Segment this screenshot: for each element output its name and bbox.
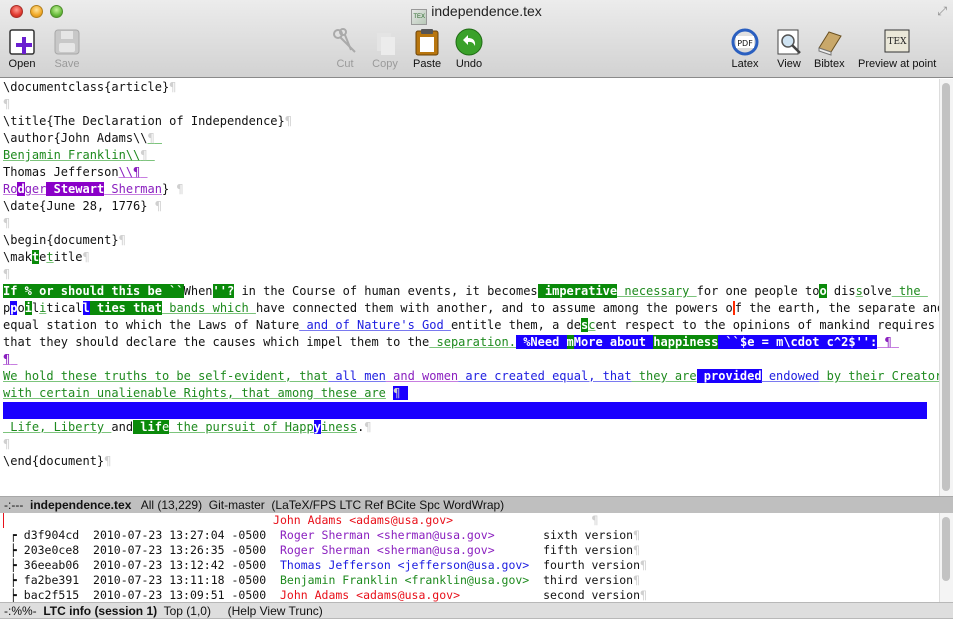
editor-line: ¶ — [3, 216, 11, 230]
log-scrollbar[interactable] — [939, 513, 953, 602]
open-button[interactable]: Open — [8, 28, 36, 70]
editor-line-paragraph: that they should declare the causes whic… — [3, 335, 892, 349]
editor-line: ¶ — [3, 97, 11, 111]
log-row[interactable]: ┝ bac2f515 2010-07-23 13:09:51 -0500 Joh… — [0, 588, 940, 602]
preview-label: Preview at point — [858, 58, 937, 70]
log-row[interactable]: ┝ 203e0ce8 2010-07-23 13:26:35 -0500 Rog… — [0, 543, 940, 558]
editor-line-life: Life, Liberty and life the pursuit of Ha… — [3, 420, 372, 434]
open-label: Open — [8, 58, 36, 70]
editor-line: \maktetitle¶ — [3, 250, 90, 264]
bibtex-button[interactable]: Bibtex — [814, 28, 845, 70]
pdf-icon-text: PDF — [737, 39, 753, 48]
window-title: TEX independence.tex — [0, 3, 953, 25]
save-button[interactable]: Save — [53, 28, 81, 70]
clipboard-icon — [415, 29, 439, 56]
latex-editor[interactable]: \documentclass{article}¶ ¶ \title{The De… — [0, 79, 940, 496]
fullscreen-icon[interactable]: ⤢ — [937, 4, 947, 19]
editor-scrollbar[interactable] — [939, 79, 953, 496]
magnifier-view-icon — [777, 29, 801, 55]
paste-label: Paste — [413, 58, 442, 70]
editor-line-paragraph: If % or should this be ``When''? in the … — [3, 284, 928, 298]
editor-line: \begin{document}¶ — [3, 233, 126, 247]
latex-button[interactable]: PDF Latex — [731, 28, 759, 70]
editor-scrollbar-thumb[interactable] — [942, 83, 950, 491]
log-cursor — [3, 513, 4, 528]
editor-line: \title{The Declaration of Independence}¶ — [3, 114, 292, 128]
ltc-info-buffer[interactable]: John Adams <adams@usa.gov> ¶ ┍ d3f904cd … — [0, 513, 940, 602]
editor-mode-line: -:--- independence.tex All (13,229) Git-… — [0, 496, 953, 513]
log-row[interactable]: ┝ 36eeab06 2010-07-23 13:12:42 -0500 Tho… — [0, 558, 940, 573]
info-mode-line: -:%%- LTC info (session 1) Top (1,0) (He… — [0, 602, 953, 619]
undo-label: Undo — [455, 58, 483, 70]
tex-icon-text: TEX — [888, 37, 908, 47]
editor-line-selection — [0, 402, 940, 419]
editor-line: \date{June 28, 1776} ¶ — [3, 199, 162, 213]
paste-button[interactable]: Paste — [413, 28, 441, 70]
book-icon — [818, 31, 843, 56]
editor-line-paragraph: ppoiliticall ties that bands which have … — [0, 300, 940, 317]
buffer-name: independence.tex — [30, 498, 132, 512]
pdf-latex-icon: PDF — [731, 28, 759, 56]
editor-line: \author{John Adams\\¶ — [3, 131, 155, 145]
bibtex-label: Bibtex — [814, 58, 845, 70]
cut-button[interactable]: Cut — [331, 28, 359, 70]
tex-file-icon: TEX — [411, 9, 428, 25]
editor-line: \documentclass{article}¶ — [3, 80, 177, 94]
log-header-row: John Adams <adams@usa.gov> ¶ — [273, 513, 599, 527]
preview-at-point-button[interactable]: TEX Preview at point — [858, 28, 936, 70]
copy-button[interactable]: Copy — [371, 28, 399, 70]
cut-label: Cut — [336, 58, 354, 70]
text-cursor: f the earth, the separate and — [732, 301, 940, 315]
editor-line: ¶ — [3, 267, 11, 281]
log-row[interactable]: ┝ fa2be391 2010-07-23 13:11:18 -0500 Ben… — [0, 573, 940, 588]
info-buffer-name: LTC info (session 1) — [43, 604, 158, 618]
save-label: Save — [54, 58, 80, 70]
editor-line-truths: We hold these truths to be self-evident,… — [3, 369, 940, 383]
copy-label: Copy — [372, 58, 398, 70]
window-title-text: independence.tex — [431, 3, 542, 19]
log-scrollbar-thumb[interactable] — [942, 517, 950, 581]
title-bar: TEX independence.tex ⤢ Open Save Cut Copy… — [0, 0, 953, 78]
editor-line: ¶ — [3, 352, 11, 366]
view-label: View — [777, 58, 801, 70]
editor-line: \end{document}¶ — [3, 454, 112, 468]
scissors-icon — [333, 28, 356, 53]
editor-line-jefferson: Thomas Jefferson\\¶ — [3, 165, 141, 179]
open-icon — [9, 29, 35, 55]
latex-label: Latex — [731, 58, 759, 70]
inserted-text-highlight — [3, 402, 927, 419]
editor-line-franklin: Benjamin Franklin\\¶ — [3, 148, 148, 162]
editor-line: ¶ — [3, 437, 11, 451]
undo-icon — [455, 28, 483, 56]
tex-preview-icon: TEX — [884, 29, 910, 53]
save-icon — [54, 29, 80, 55]
editor-line-sherman: Rodger Stewart Sherman} ¶ — [3, 182, 184, 196]
log-row[interactable]: ┍ d3f904cd 2010-07-23 13:27:04 -0500 Rog… — [0, 528, 940, 543]
editor-line-paragraph: equal station to which the Laws of Natur… — [3, 318, 936, 332]
view-button[interactable]: View — [775, 28, 803, 70]
editor-line-truths: with certain unalienable Rights, that am… — [0, 385, 940, 402]
copy-icon — [377, 33, 395, 55]
undo-button[interactable]: Undo — [455, 28, 483, 70]
